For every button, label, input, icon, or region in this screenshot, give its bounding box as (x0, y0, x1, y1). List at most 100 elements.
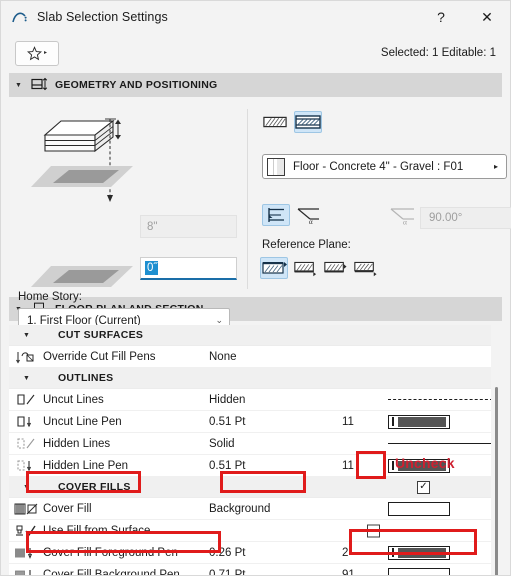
annotation-uncheck-label: Uncheck (395, 455, 455, 471)
row-pen: 91 (342, 568, 355, 576)
composite-value: Floor - Concrete 4" - Gravel : F01 (293, 160, 464, 173)
pen-color-swatch[interactable] (388, 545, 450, 560)
uncut-line-pen-icon (9, 415, 43, 429)
close-button[interactable]: ✕ (464, 1, 510, 33)
composite-preview-icon (267, 157, 285, 176)
elevation-value: 0˝ (145, 261, 159, 275)
row-value: 0.51 Pt (209, 415, 246, 428)
use-fill-from-surface-icon (9, 524, 43, 538)
vertical-divider (247, 109, 248, 289)
vertical-edge-icon[interactable] (262, 204, 290, 226)
svg-text:α: α (309, 218, 313, 225)
table-row[interactable]: Uncut Lines Hidden (9, 389, 502, 411)
composite-structure-icon[interactable] (294, 111, 322, 133)
table-row[interactable]: Override Cut Fill Pens None (9, 346, 502, 368)
cover-fill-icon (9, 502, 43, 516)
ref-plane-core-bottom-icon[interactable] (322, 257, 348, 279)
slab-top-plane-icon (29, 162, 139, 197)
table-row[interactable]: Cover Fill Foreground Pen 0.26 Pt 2 (9, 542, 502, 564)
chevron-down-icon: ▼ (23, 331, 30, 339)
row-label: Cover Fill Foreground Pen (43, 546, 178, 559)
favorites-arrow-icon: ▸ (43, 50, 47, 56)
close-icon: ✕ (481, 9, 493, 25)
ref-plane-core-top-icon[interactable] (292, 257, 318, 279)
angled-edge-icon[interactable]: α (296, 204, 322, 226)
uncut-lines-icon (9, 393, 43, 407)
group-header-cut-surfaces[interactable]: ▼ CUT SURFACES (9, 325, 502, 346)
row-label: Use Fill from Surface (43, 524, 151, 537)
geometry-section-title: GEOMETRY AND POSITIONING (54, 79, 218, 91)
scrollbar-thumb[interactable] (495, 387, 498, 575)
cover-fill-background-pen-icon (9, 568, 43, 575)
composite-arrow-icon: ▸ (493, 162, 498, 171)
table-row[interactable]: Uncut Line Pen 0.51 Pt 11 (9, 411, 502, 433)
table-row[interactable]: Use Fill from Surface (9, 520, 502, 542)
row-label: Hidden Line Pen (43, 459, 129, 472)
chevron-down-icon: ▼ (23, 374, 30, 382)
geometry-panel: 8" 0˝ Home Story: 1. First Floor (Curren… (9, 97, 511, 380)
angle-input[interactable]: 90.00° (420, 207, 511, 229)
help-button[interactable]: ? (418, 1, 464, 33)
row-value: Background (209, 502, 271, 515)
geometry-right-column: Floor - Concrete 4" - Gravel : F01 ▸ α α… (254, 105, 511, 293)
reference-plane-group (260, 257, 378, 279)
ref-plane-bottom-icon[interactable] (352, 257, 378, 279)
row-pen: 2 (342, 546, 349, 559)
cover-fill-foreground-pen-icon (9, 546, 43, 560)
cover-fills-enable-checkbox[interactable]: ✓ (417, 480, 430, 494)
thickness-value: 8" (147, 220, 158, 233)
pen-color-swatch[interactable] (388, 414, 450, 429)
settings-list: ▼ CUT SURFACES Override Cut Fill Pens No… (9, 325, 502, 575)
table-row[interactable]: Cover Fill Background (9, 498, 502, 520)
geometry-left-column: 8" 0˝ Home Story: 1. First Floor (Curren… (9, 105, 247, 380)
hidden-line-pen-icon (9, 459, 43, 473)
slab-curve-icon (11, 8, 29, 26)
pen-color-swatch[interactable] (388, 567, 450, 575)
row-label: Cover Fill Background Pen (43, 568, 180, 576)
edge-toggle-group: α (262, 204, 322, 226)
row-swatch[interactable] (388, 567, 502, 575)
table-row[interactable]: Hidden Lines Solid (9, 433, 502, 455)
table-row[interactable]: Cover Fill Background Pen 0.71 Pt 91 (9, 564, 502, 575)
composite-selector[interactable]: Floor - Concrete 4" - Gravel : F01 ▸ (262, 154, 507, 179)
use-fill-from-surface-checkbox[interactable] (367, 524, 380, 537)
row-value: 0.51 Pt (209, 459, 246, 472)
home-story-label: Home Story: (18, 291, 82, 303)
group-title: COVER FILLS (57, 481, 131, 493)
pen-color-swatch[interactable] (388, 501, 450, 516)
row-swatch[interactable] (388, 414, 502, 429)
row-swatch[interactable] (388, 545, 502, 560)
title-bar: Slab Selection Settings ? ✕ (1, 1, 510, 33)
row-label: Uncut Lines (43, 393, 104, 406)
favorites-button[interactable]: ▸ (15, 40, 59, 66)
geometry-section-header[interactable]: ▼ GEOMETRY AND POSITIONING (9, 73, 502, 97)
scrollbar[interactable] (491, 325, 502, 575)
group-header-outlines[interactable]: ▼ OUTLINES (9, 368, 502, 389)
override-cut-fill-pens-icon (9, 349, 43, 365)
group-header-cover-fills[interactable]: ▼ COVER FILLS ✓ (9, 477, 502, 498)
checkbox-unchecked (367, 524, 380, 537)
thickness-input[interactable]: 8" (140, 215, 237, 238)
reference-plane-label: Reference Plane: (262, 239, 351, 251)
star-icon (26, 45, 43, 61)
row-value: 0.26 Pt (209, 546, 246, 559)
row-value: Solid (209, 437, 235, 450)
help-icon: ? (437, 9, 445, 25)
elevation-input[interactable]: 0˝ (140, 257, 237, 280)
window-title: Slab Selection Settings (37, 10, 168, 24)
row-label: Override Cut Fill Pens (43, 350, 156, 363)
structure-toggle-group (262, 111, 322, 133)
row-swatch (388, 399, 502, 400)
row-swatch (388, 443, 502, 444)
chevron-down-icon: ▼ (23, 483, 30, 491)
row-pen: 11 (342, 459, 354, 472)
favorites-row: ▸ Selected: 1 Editable: 1 (1, 33, 510, 73)
group-title: CUT SURFACES (57, 329, 144, 341)
row-label: Hidden Lines (43, 437, 111, 450)
simple-structure-icon[interactable] (262, 111, 288, 133)
slab-geometry-icon (30, 77, 48, 93)
row-swatch[interactable] (388, 501, 502, 516)
window-controls: ? ✕ (418, 1, 510, 33)
row-label: Uncut Line Pen (43, 415, 122, 428)
ref-plane-top-icon[interactable] (260, 257, 288, 279)
